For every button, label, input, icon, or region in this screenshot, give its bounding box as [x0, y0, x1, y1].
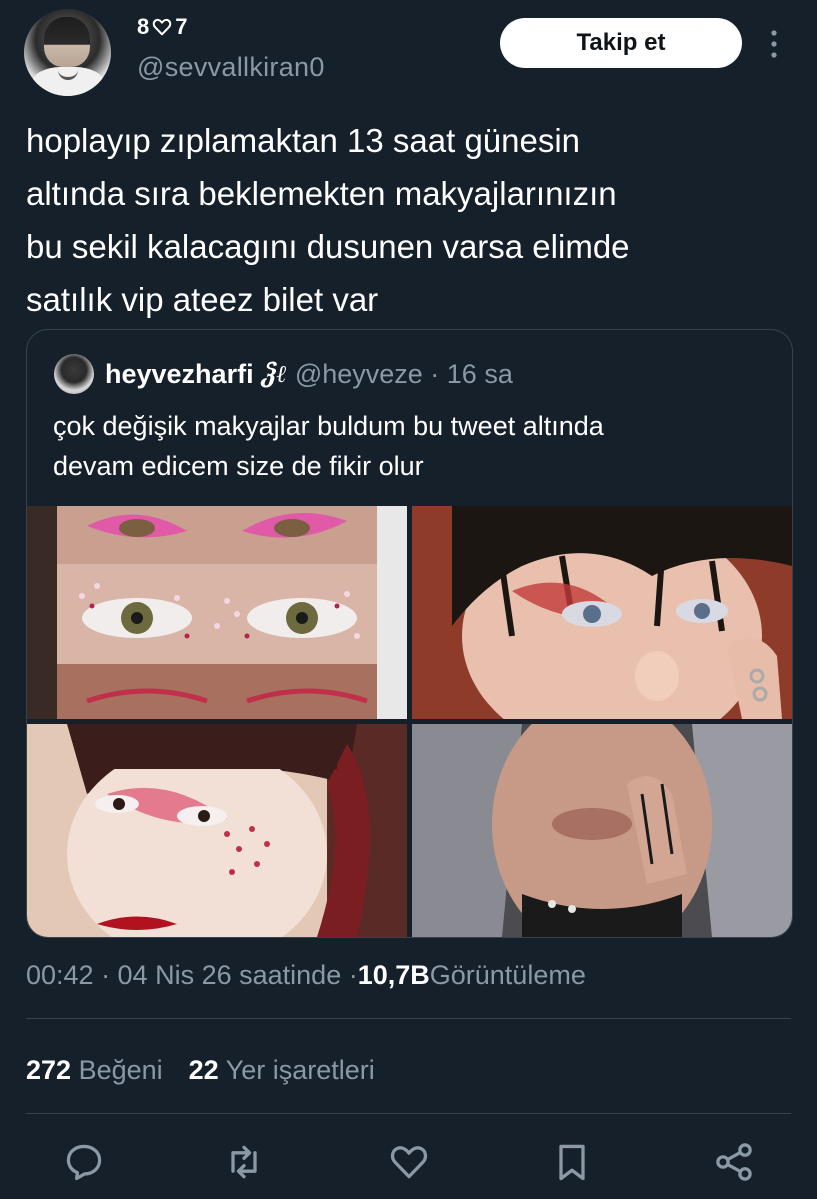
photo-1-art [27, 506, 407, 719]
photo-2-art [412, 506, 792, 719]
action-bar [0, 1140, 817, 1190]
bookmarks-label: Yer işaretleri [218, 1054, 375, 1085]
quoted-author-name: heyvezharfi [105, 358, 254, 389]
views-count: 10,7B [357, 959, 430, 990]
reply-icon[interactable] [62, 1140, 106, 1184]
tweet-text: hoplayıp zıplamaktan 13 saat günesin alt… [26, 114, 796, 326]
avatar-head [44, 17, 90, 67]
photo-4-art [412, 724, 792, 937]
makeup-photo-1[interactable] [27, 506, 407, 719]
quoted-author-name-emoji: ჴℓ [261, 359, 287, 388]
retweet-icon[interactable] [222, 1140, 266, 1184]
divider [26, 1113, 791, 1114]
like-heart-icon[interactable] [387, 1140, 431, 1184]
quoted-tweet-text: çok değişik makyajlar buldum bu tweet al… [53, 406, 773, 486]
heart-icon [153, 18, 172, 36]
makeup-photo-4[interactable] [412, 724, 792, 937]
share-icon[interactable] [712, 1140, 756, 1184]
makeup-photo-2[interactable] [412, 506, 792, 719]
display-name-part-2: 7 [175, 14, 188, 39]
display-name-part-1: 8 [137, 14, 150, 39]
quoted-tweet-line: devam edicem size de fikir olur [53, 451, 424, 481]
makeup-photo-3[interactable] [27, 724, 407, 937]
views-label: Görüntüleme [429, 959, 586, 990]
quoted-tweet-header: heyvezharfi ჴℓ @heyveze · 16 sa [105, 356, 513, 392]
tweet-line: satılık vip ateez bilet var [26, 281, 379, 318]
likes-count: 272 [26, 1054, 72, 1085]
likes-stat[interactable]: 272 Beğeni [26, 1055, 163, 1086]
tweet-line: altında sıra beklemekten makyajlarınızın [26, 175, 617, 212]
bookmarks-stat[interactable]: 22 Yer işaretleri [189, 1055, 375, 1086]
author-handle[interactable]: @sevvallkiran0 [137, 52, 325, 83]
author-avatar[interactable] [24, 9, 111, 96]
follow-button[interactable]: Takip et [500, 18, 742, 68]
quoted-tweet-card[interactable]: heyvezharfi ჴℓ @heyveze · 16 sa çok deği… [26, 329, 793, 938]
quoted-tweet-line: çok değişik makyajlar buldum bu tweet al… [53, 411, 604, 441]
divider [26, 1018, 791, 1019]
bookmarks-count: 22 [188, 1054, 219, 1085]
bookmark-icon[interactable] [550, 1140, 594, 1184]
tweet-stats: 272 Beğeni 22 Yer işaretleri [26, 1050, 375, 1090]
author-display-name[interactable]: 8 7 [137, 12, 188, 42]
quoted-author-handle-time: @heyveze · 16 sa [294, 358, 513, 389]
photo-3-art [27, 724, 407, 937]
likes-label: Beğeni [71, 1054, 163, 1085]
tweet-line: bu sekil kalacagını dusunen varsa elimde [26, 228, 630, 265]
quoted-author-avatar [54, 354, 94, 394]
more-options-icon[interactable] [766, 28, 782, 60]
tweet-line: hoplayıp zıplamaktan 13 saat günesin [26, 122, 581, 159]
tweet-timestamp[interactable]: 00:42 · 04 Nis 26 saatinde · [26, 960, 358, 991]
tweet-meta: 00:42 · 04 Nis 26 saatinde · 10,7B Görün… [26, 956, 586, 994]
